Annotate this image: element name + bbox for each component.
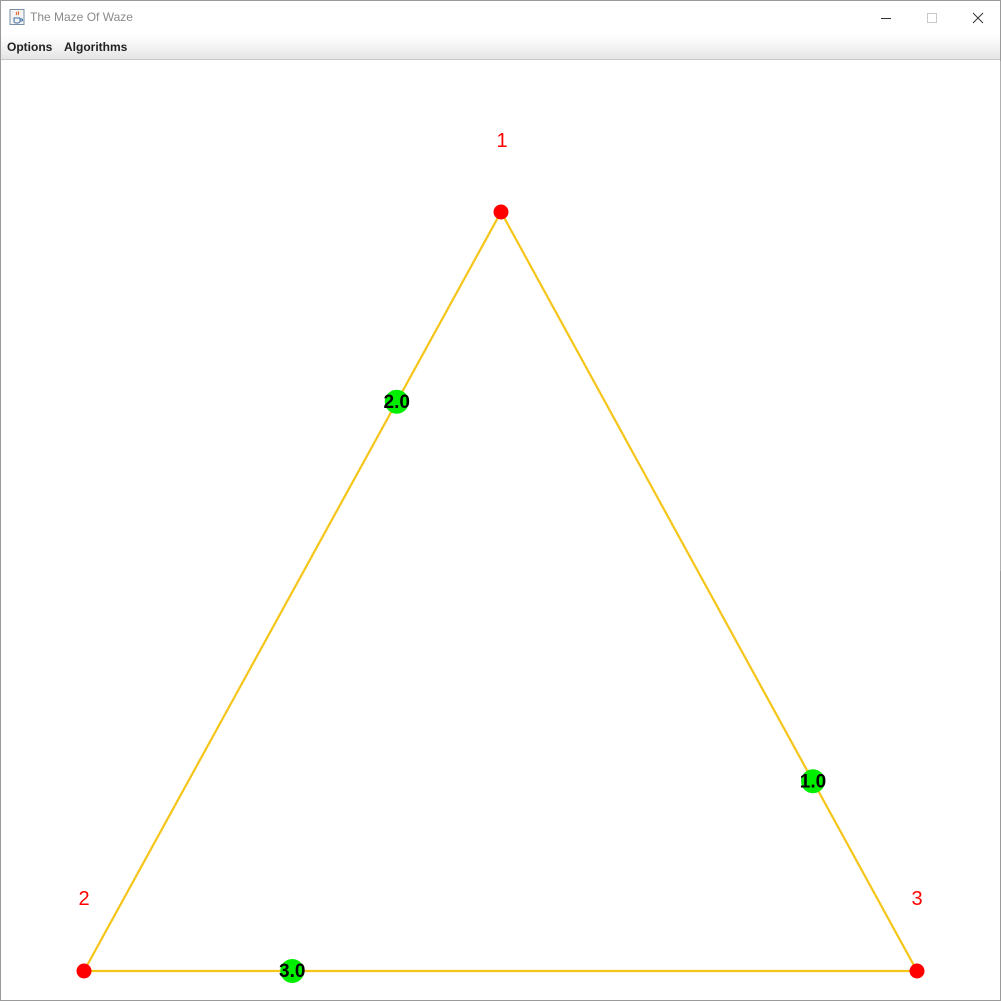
maximize-button[interactable] — [909, 1, 955, 35]
edge-weight-label: 3.0 — [279, 961, 305, 982]
graph-svg: 1.0 2.0 3.0 1 2 3 — [76, 130, 925, 983]
close-icon — [972, 12, 984, 24]
menu-bar: Options Algorithms — [1, 35, 1000, 60]
edge-weight-label: 2.0 — [384, 392, 410, 413]
graph-canvas[interactable]: 1.0 2.0 3.0 1 2 3 — [1, 61, 1000, 1000]
node-label-2: 2 — [78, 888, 89, 910]
window-title: The Maze Of Waze — [30, 10, 133, 24]
menu-algorithms[interactable]: Algorithms — [64, 40, 127, 54]
menu-options[interactable]: Options — [7, 40, 52, 54]
close-button[interactable] — [955, 1, 1001, 35]
java-icon — [9, 9, 25, 25]
title-bar[interactable]: The Maze Of Waze — [1, 1, 1000, 35]
graph-node-1[interactable] — [493, 204, 509, 220]
maximize-icon — [927, 13, 937, 23]
edge-weight-label: 1.0 — [800, 771, 826, 792]
node-label-3: 3 — [911, 888, 922, 910]
node-label-1: 1 — [496, 130, 507, 152]
edge-1-3 — [500, 211, 918, 972]
graph-node-2[interactable] — [76, 963, 92, 979]
graph-node-3[interactable] — [909, 963, 925, 979]
minimize-icon — [881, 18, 891, 19]
minimize-button[interactable] — [863, 1, 909, 35]
app-window: The Maze Of Waze Options Algorithms 1.0 2… — [0, 0, 1001, 1001]
edge-2-1 — [83, 211, 502, 972]
